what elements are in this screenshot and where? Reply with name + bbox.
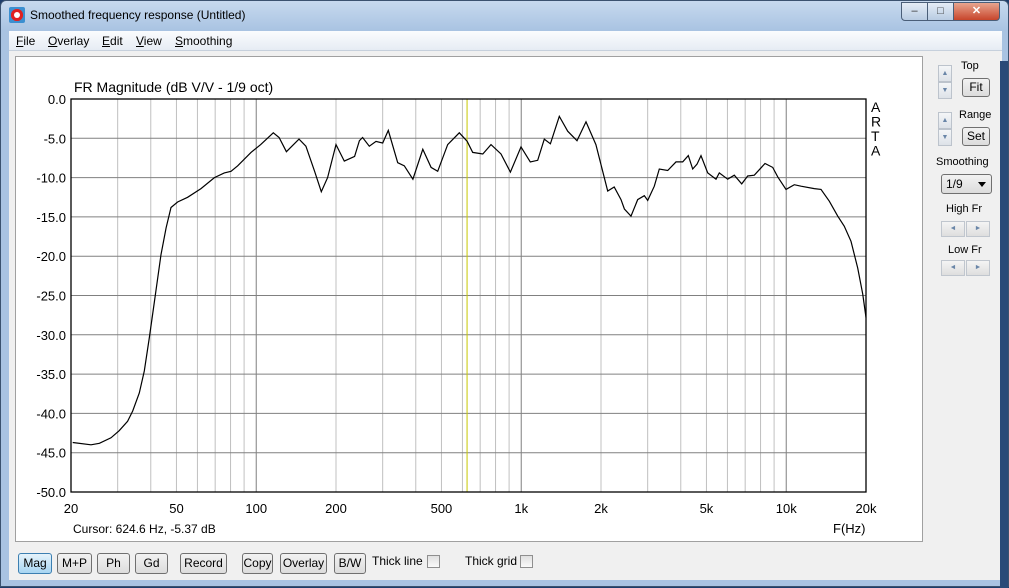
gd-button[interactable]: Gd bbox=[135, 553, 168, 574]
high-fr-label: High Fr bbox=[946, 203, 983, 215]
range-label: Range bbox=[959, 109, 992, 121]
x-tick-label: 5k bbox=[700, 501, 714, 516]
bw-button[interactable]: B/W bbox=[334, 553, 366, 574]
x-tick-label: 2k bbox=[594, 501, 608, 516]
smoothing-select[interactable]: 1/9 bbox=[941, 174, 992, 194]
app-window: Smoothed frequency response (Untitled) –… bbox=[0, 0, 1009, 588]
x-tick-label: 500 bbox=[431, 501, 453, 516]
overlay-button[interactable]: Overlay bbox=[280, 553, 327, 574]
title-bar[interactable]: Smoothed frequency response (Untitled) –… bbox=[1, 1, 1008, 31]
x-axis-label: F(Hz) bbox=[833, 521, 866, 536]
y-tick-label: -15.0 bbox=[36, 210, 66, 225]
menu-smoothing[interactable]: Smoothing bbox=[175, 34, 232, 48]
thick-grid-checkbox[interactable] bbox=[520, 555, 533, 568]
y-tick-label: 0.0 bbox=[48, 92, 66, 107]
x-tick-label: 20k bbox=[856, 501, 877, 516]
top-up-button[interactable]: ▲ bbox=[938, 65, 952, 82]
client-area: 0.0 -5.0 -10.0 -15.0 -20.0 -25.0 -30.0 -35.0 -40… bbox=[9, 51, 1002, 580]
thick-grid-label: Thick grid bbox=[465, 554, 518, 568]
side-panel: ▲ ▼ Top Fit ▲ ▼ Range Set Smoothing 1/9 … bbox=[934, 51, 1004, 531]
y-tick-label: -35.0 bbox=[36, 367, 66, 382]
low-fr-label: Low Fr bbox=[948, 244, 982, 256]
window-title: Smoothed frequency response (Untitled) bbox=[30, 8, 246, 22]
y-tick-label: -30.0 bbox=[36, 328, 66, 343]
x-tick-label: 10k bbox=[776, 501, 797, 516]
mag-button[interactable]: Mag bbox=[18, 553, 52, 574]
high-fr-right-button[interactable]: ► bbox=[966, 221, 990, 237]
smoothing-value: 1/9 bbox=[946, 177, 963, 191]
top-label: Top bbox=[961, 60, 979, 72]
maximize-button[interactable]: □ bbox=[927, 2, 954, 21]
frequency-response-chart[interactable]: 0.0 -5.0 -10.0 -15.0 -20.0 -25.0 -30.0 -35.0 -40… bbox=[16, 57, 922, 541]
low-fr-right-button[interactable]: ► bbox=[966, 260, 990, 276]
range-up-button[interactable]: ▲ bbox=[938, 112, 952, 129]
y-tick-label: -25.0 bbox=[36, 289, 66, 304]
range-down-button[interactable]: ▼ bbox=[938, 129, 952, 146]
arta-app-icon bbox=[9, 7, 25, 23]
set-button[interactable]: Set bbox=[962, 127, 990, 146]
x-tick-label: 20 bbox=[64, 501, 78, 516]
plot-panel[interactable]: 0.0 -5.0 -10.0 -15.0 -20.0 -25.0 -30.0 -35.0 -40… bbox=[15, 56, 923, 542]
high-fr-left-button[interactable]: ◄ bbox=[941, 221, 965, 237]
y-tick-label: -20.0 bbox=[36, 249, 66, 264]
chart-title: FR Magnitude (dB V/V - 1/9 oct) bbox=[74, 79, 273, 95]
arta-watermark-letter: A bbox=[871, 143, 881, 159]
x-tick-label: 100 bbox=[245, 501, 267, 516]
thick-line-checkbox[interactable] bbox=[427, 555, 440, 568]
chevron-down-icon bbox=[978, 182, 986, 187]
copy-button[interactable]: Copy bbox=[242, 553, 273, 574]
top-down-button[interactable]: ▼ bbox=[938, 82, 952, 99]
menu-file[interactable]: File bbox=[16, 34, 35, 48]
x-tick-label: 1k bbox=[514, 501, 528, 516]
fr-magnitude-curve bbox=[72, 114, 867, 446]
thick-line-label: Thick line bbox=[372, 554, 423, 568]
y-tick-label: -50.0 bbox=[36, 485, 66, 500]
menu-overlay[interactable]: Overlay bbox=[48, 34, 89, 48]
menu-view[interactable]: View bbox=[136, 34, 162, 48]
menu-bar: File Overlay Edit View Smoothing bbox=[9, 31, 1002, 51]
y-tick-label: -40.0 bbox=[36, 406, 66, 421]
cursor-readout: Cursor: 624.6 Hz, -5.37 dB bbox=[73, 522, 216, 536]
y-tick-label: -5.0 bbox=[44, 131, 66, 146]
x-tick-label: 50 bbox=[169, 501, 183, 516]
m-plus-p-button[interactable]: M+P bbox=[57, 553, 92, 574]
y-tick-label: -45.0 bbox=[36, 446, 66, 461]
ph-button[interactable]: Ph bbox=[97, 553, 130, 574]
y-tick-label: -10.0 bbox=[36, 171, 66, 186]
record-button[interactable]: Record bbox=[180, 553, 227, 574]
smoothing-label: Smoothing bbox=[936, 156, 989, 168]
fit-button[interactable]: Fit bbox=[962, 78, 990, 97]
background-scrollbar bbox=[1000, 61, 1008, 588]
minimize-button[interactable]: – bbox=[901, 2, 928, 21]
menu-edit[interactable]: Edit bbox=[102, 34, 123, 48]
close-button[interactable]: ✕ bbox=[953, 2, 1000, 21]
low-fr-left-button[interactable]: ◄ bbox=[941, 260, 965, 276]
x-tick-label: 200 bbox=[325, 501, 347, 516]
